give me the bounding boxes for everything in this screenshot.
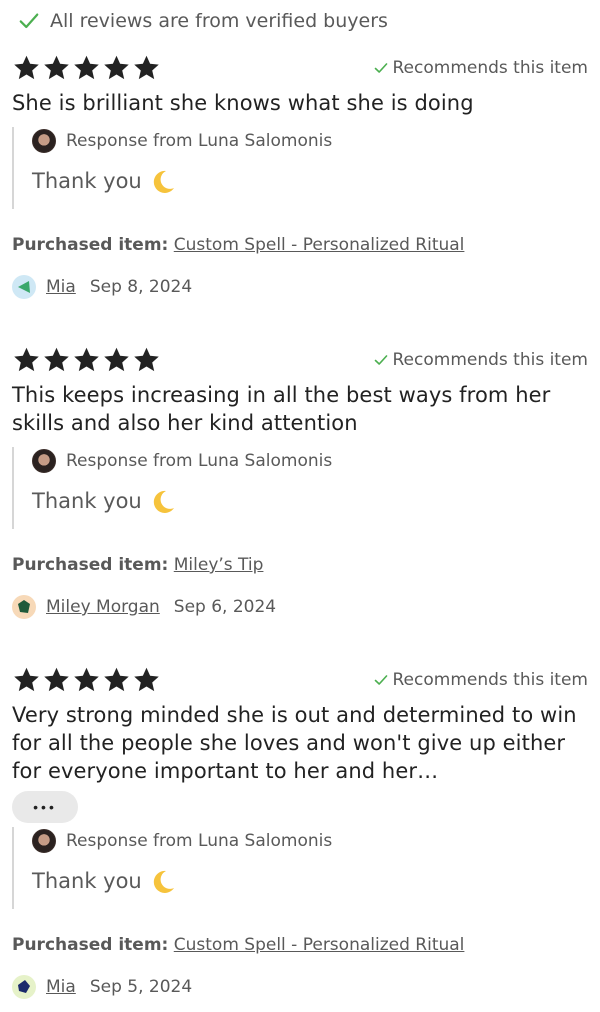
star-icon [134, 667, 159, 692]
buyer-info: Mia Sep 5, 2024 [12, 975, 588, 999]
response-from: Response from Luna Salomonis [66, 451, 333, 471]
review-item: Recommends this item Very strong minded … [12, 665, 588, 999]
star-icon [134, 55, 159, 80]
purchased-item-link[interactable]: Custom Spell - Personalized Ritual [174, 235, 465, 255]
purchased-item-link[interactable]: Miley’s Tip [174, 555, 264, 575]
buyer-name-link[interactable]: Miley Morgan [46, 597, 160, 617]
seller-avatar [32, 129, 56, 153]
review-item: Recommends this item This keeps increasi… [12, 345, 588, 619]
recommends-badge: Recommends this item [374, 350, 589, 370]
star-icon [14, 667, 39, 692]
star-icon [104, 347, 129, 372]
purchased-item-link[interactable]: Custom Spell - Personalized Ritual [174, 935, 465, 955]
purchased-item: Purchased item: Miley’s Tip [12, 555, 588, 575]
recommends-text: Recommends this item [392, 670, 589, 690]
star-icon [44, 667, 69, 692]
review-text: This keeps increasing in all the best wa… [12, 383, 551, 435]
buyer-avatar[interactable] [12, 275, 36, 299]
star-icon [14, 347, 39, 372]
review-date: Sep 8, 2024 [89, 277, 193, 297]
buyer-avatar[interactable] [12, 975, 36, 999]
verified-buyers-text: All reviews are from verified buyers [50, 10, 388, 32]
buyer-info: Mia Sep 8, 2024 [12, 275, 588, 299]
check-icon [374, 355, 387, 365]
buyer-avatar[interactable] [12, 595, 36, 619]
star-rating [12, 666, 161, 694]
review-date: Sep 5, 2024 [89, 977, 193, 997]
avatar-shape-icon [18, 600, 30, 613]
check-icon [374, 675, 387, 685]
crescent-moon-icon [153, 170, 174, 193]
star-icon [44, 347, 69, 372]
star-icon [74, 347, 99, 372]
seller-response: Response from Luna Salomonis Thank you [12, 447, 588, 529]
seller-response: Response from Luna Salomonis Thank you [12, 827, 588, 909]
review-date: Sep 6, 2024 [173, 597, 277, 617]
avatar-shape-icon [18, 980, 30, 993]
review-text: Very strong minded she is out and determ… [12, 703, 577, 783]
seller-response: Response from Luna Salomonis Thank you [12, 127, 588, 209]
star-icon [14, 55, 39, 80]
purchased-item: Purchased item: Custom Spell - Personali… [12, 935, 588, 955]
star-rating [12, 54, 161, 82]
avatar-shape-icon [18, 281, 30, 293]
verified-buyers-banner: All reviews are from verified buyers [18, 8, 388, 34]
recommends-text: Recommends this item [392, 58, 589, 78]
review-text: She is brilliant she knows what she is d… [12, 91, 474, 115]
star-icon [44, 55, 69, 80]
purchased-label: Purchased item: [12, 555, 169, 575]
star-icon [74, 55, 99, 80]
read-more-button[interactable]: ••• [12, 791, 78, 823]
check-icon [374, 63, 387, 73]
seller-avatar [32, 829, 56, 853]
star-rating [12, 346, 161, 374]
recommends-text: Recommends this item [392, 350, 589, 370]
response-text: Thank you [32, 169, 142, 193]
review-item: Recommends this item She is brilliant sh… [12, 53, 588, 299]
purchased-item: Purchased item: Custom Spell - Personali… [12, 235, 588, 255]
response-text: Thank you [32, 869, 142, 893]
purchased-label: Purchased item: [12, 235, 169, 255]
recommends-badge: Recommends this item [374, 58, 589, 78]
buyer-name-link[interactable]: Mia [46, 977, 76, 997]
crescent-moon-icon [153, 870, 174, 893]
purchased-label: Purchased item: [12, 935, 169, 955]
star-icon [74, 667, 99, 692]
response-from: Response from Luna Salomonis [66, 831, 333, 851]
buyer-name-link[interactable]: Mia [46, 277, 76, 297]
star-icon [134, 347, 159, 372]
check-icon [19, 13, 39, 29]
star-icon [104, 667, 129, 692]
response-text: Thank you [32, 489, 142, 513]
recommends-badge: Recommends this item [374, 670, 589, 690]
star-icon [104, 55, 129, 80]
buyer-info: Miley Morgan Sep 6, 2024 [12, 595, 588, 619]
response-from: Response from Luna Salomonis [66, 131, 333, 151]
seller-avatar [32, 449, 56, 473]
crescent-moon-icon [153, 490, 174, 513]
